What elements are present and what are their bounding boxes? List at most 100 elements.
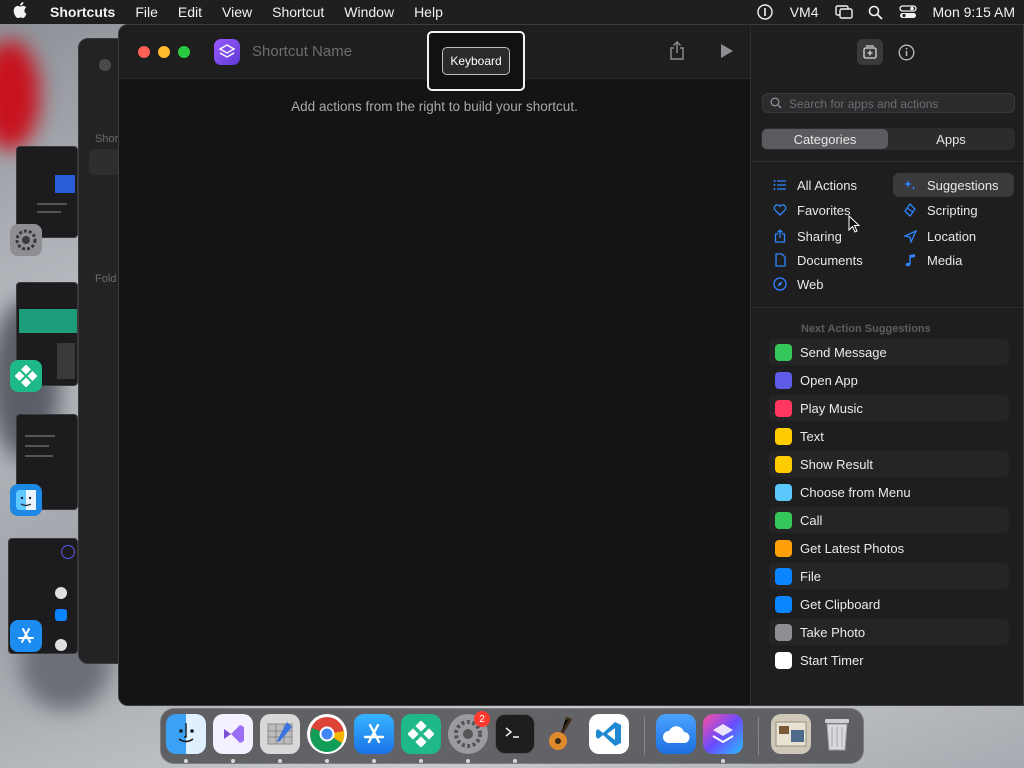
vm-status-text[interactable]: VM4 — [781, 4, 828, 20]
app-store-dock-icon[interactable] — [354, 714, 394, 754]
menu-app-name[interactable]: Shortcuts — [40, 4, 125, 20]
weather-dock-icon[interactable] — [656, 714, 696, 754]
category-sharing[interactable]: Sharing — [763, 224, 883, 248]
search-input[interactable] — [789, 96, 1009, 111]
run-play-icon[interactable] — [716, 40, 738, 62]
suggestion-label: Play Music — [800, 400, 863, 416]
shortcut-editor[interactable]: Shortcut Name Add actions from the right… — [119, 25, 750, 705]
suggestion-item[interactable]: Take Photo — [769, 619, 1009, 645]
category-media[interactable]: Media — [893, 248, 1014, 272]
downloads-stack-dock-icon[interactable] — [771, 714, 811, 754]
suggestion-label: Get Latest Photos — [800, 540, 905, 556]
category-label: Location — [927, 228, 977, 244]
menu-bar-clock[interactable]: Mon 9:15 AM — [924, 4, 1024, 20]
chrome-dock-icon[interactable] — [307, 714, 347, 754]
finder-thumb-icon[interactable] — [10, 484, 42, 516]
suggestion-item[interactable]: Start Timer — [769, 647, 1009, 673]
running-indicator — [231, 759, 235, 763]
accessibility-icon[interactable] — [749, 0, 781, 24]
thumb-line — [37, 211, 61, 213]
system-settings-thumb-icon[interactable] — [10, 224, 42, 256]
spotlight-search-icon[interactable] — [860, 0, 892, 24]
running-indicator — [325, 759, 329, 763]
category-scripting[interactable]: Scripting — [893, 198, 1014, 222]
suggestion-item[interactable]: Get Clipboard — [769, 591, 1009, 617]
garageband-dock-icon[interactable] — [542, 714, 582, 754]
suggestion-item[interactable]: Play Music — [769, 395, 1009, 421]
suggestion-label: Text — [800, 428, 824, 444]
trash-dock-icon[interactable] — [817, 714, 857, 754]
close-window-button[interactable] — [138, 46, 150, 58]
terminal-dock-icon[interactable] — [495, 714, 535, 754]
category-location[interactable]: Location — [893, 224, 1014, 248]
info-icon[interactable] — [893, 39, 919, 65]
suggestion-item[interactable]: Text — [769, 423, 1009, 449]
menu-window[interactable]: Window — [334, 4, 404, 20]
category-label: Media — [927, 252, 963, 268]
thumb-accent — [61, 545, 75, 559]
action-search-field[interactable] — [762, 93, 1015, 113]
visual-studio-dock-icon[interactable] — [213, 714, 253, 754]
action-library-icon[interactable] — [857, 39, 883, 65]
teal-app-dock-icon[interactable] — [401, 714, 441, 754]
suggestion-item[interactable]: Get Latest Photos — [769, 535, 1009, 561]
dock-separator — [644, 717, 645, 755]
category-favorites[interactable]: Favorites — [763, 198, 883, 222]
segment-categories[interactable]: Categories — [762, 129, 888, 149]
suggestion-item[interactable]: Choose from Menu — [769, 479, 1009, 505]
screen-mirroring-icon[interactable] — [828, 0, 860, 24]
settings-notification-badge: 2 — [474, 711, 490, 727]
menu-edit[interactable]: Edit — [168, 4, 212, 20]
zoom-window-button[interactable] — [178, 46, 190, 58]
running-indicator — [184, 759, 188, 763]
background-window-label-2: Fold — [95, 273, 117, 285]
thumb-accent — [55, 587, 67, 599]
teal-app-thumb-icon[interactable] — [10, 360, 42, 392]
finder-dock-icon[interactable] — [166, 714, 206, 754]
category-all-actions[interactable]: All Actions — [763, 173, 883, 197]
library-segmented-control: Categories Apps — [761, 128, 1015, 150]
sidebar-divider — [751, 307, 1023, 308]
control-center-icon[interactable] — [892, 0, 924, 24]
suggestion-item[interactable]: Open App — [769, 367, 1009, 393]
suggestion-action-icon — [775, 343, 792, 361]
suggestion-action-icon — [775, 539, 792, 557]
suggestion-item[interactable]: Show Result — [769, 451, 1009, 477]
suggestion-action-icon — [775, 567, 792, 585]
scripting-icon — [899, 202, 921, 218]
running-indicator — [372, 759, 376, 763]
suggestion-item[interactable]: Send Message — [769, 339, 1009, 365]
suggestion-label: Send Message — [800, 344, 887, 360]
running-indicator — [278, 759, 282, 763]
vscode-dock-icon[interactable] — [589, 714, 629, 754]
menu-shortcut[interactable]: Shortcut — [262, 4, 334, 20]
share-icon[interactable] — [666, 40, 688, 62]
thumb-line — [25, 435, 55, 437]
menu-help[interactable]: Help — [404, 4, 453, 20]
thumb-block — [57, 343, 75, 379]
suggestion-action-icon — [775, 511, 792, 529]
suggestion-action-icon — [775, 427, 792, 445]
sparkle-icon — [899, 177, 921, 193]
category-suggestions[interactable]: Suggestions — [893, 173, 1014, 197]
running-indicator — [466, 759, 470, 763]
background-window-control — [99, 59, 111, 71]
suggestion-label: Take Photo — [800, 624, 866, 640]
category-web[interactable]: Web — [763, 272, 883, 296]
shortcut-icon[interactable] — [214, 39, 240, 65]
menu-view[interactable]: View — [212, 4, 262, 20]
suggestion-item[interactable]: File — [769, 563, 1009, 589]
suggestion-item[interactable]: Call — [769, 507, 1009, 533]
category-documents[interactable]: Documents — [763, 248, 883, 272]
category-label: Suggestions — [927, 177, 999, 193]
app-store-thumb-icon[interactable] — [10, 620, 42, 652]
shortcuts-dock-icon[interactable] — [703, 714, 743, 754]
segment-apps[interactable]: Apps — [888, 129, 1014, 149]
apple-menu-icon[interactable] — [0, 2, 40, 22]
menu-file[interactable]: File — [125, 4, 168, 20]
minimize-window-button[interactable] — [158, 46, 170, 58]
suggestion-action-icon — [775, 371, 792, 389]
shortcut-name-field[interactable]: Shortcut Name — [252, 43, 352, 60]
suggestion-action-icon — [775, 651, 792, 669]
script-editor-dock-icon[interactable] — [260, 714, 300, 754]
